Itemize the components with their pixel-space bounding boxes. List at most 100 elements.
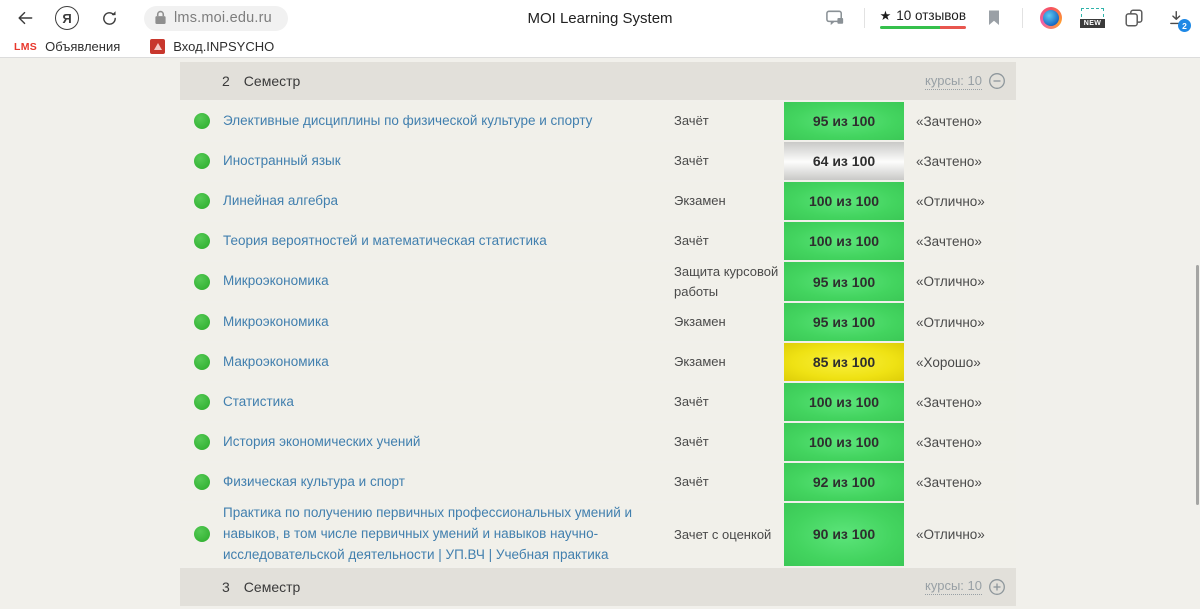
toolbar-separator	[864, 8, 865, 28]
course-name-cell: История экономических учений	[223, 423, 674, 461]
address-bar[interactable]: lms.moi.edu.ru	[144, 6, 288, 31]
browser-chrome: Я lms.moi.edu.ru MOI Learning System ★ 1…	[0, 0, 1200, 58]
status-cell	[180, 142, 223, 180]
bookmark-label: Объявления	[45, 39, 120, 54]
course-rows: Элективные дисциплины по физической куль…	[180, 102, 1016, 566]
course-row: Элективные дисциплины по физической куль…	[180, 102, 1016, 140]
grade-text: «Хорошо»	[904, 343, 1016, 381]
grade-text: «Зачтено»	[904, 102, 1016, 140]
screenshot-tool-button[interactable]: NEW	[1079, 8, 1106, 29]
course-link[interactable]: Макроэкономика	[223, 352, 329, 373]
course-link[interactable]: Микроэкономика	[223, 271, 329, 292]
course-row: Микроэкономика Экзамен 95 из 100 «Отличн…	[180, 303, 1016, 341]
course-link[interactable]: Теория вероятностей и математическая ста…	[223, 231, 547, 252]
score-badge: 100 из 100	[784, 423, 904, 461]
url-text: lms.moi.edu.ru	[174, 10, 272, 26]
yandex-logo-icon: Я	[55, 6, 79, 30]
semester-number: 2	[222, 73, 230, 89]
score-badge: 95 из 100	[784, 102, 904, 140]
score-badge: 100 из 100	[784, 222, 904, 260]
course-name-cell: Элективные дисциплины по физической куль…	[223, 102, 674, 140]
site-reviews-button[interactable]: ★ 10 отзывов	[880, 8, 966, 29]
exam-type-cell: Зачёт	[674, 142, 784, 180]
course-row: Практика по получению первичных професси…	[180, 503, 1016, 566]
grade-text: «Зачтено»	[904, 222, 1016, 260]
browser-circle-icon	[1040, 7, 1062, 29]
bookmark-button[interactable]	[981, 5, 1007, 31]
minus-circle-icon[interactable]	[988, 72, 1006, 90]
course-name-cell: Микроэкономика	[223, 303, 674, 341]
course-name-cell: Иностранный язык	[223, 142, 674, 180]
course-link[interactable]: Линейная алгебра	[223, 191, 338, 212]
score-badge: 85 из 100	[784, 343, 904, 381]
rating-bar-positive	[880, 26, 941, 29]
yandex-logo-button[interactable]: Я	[54, 5, 80, 31]
course-row: Линейная алгебра Экзамен 100 из 100 «Отл…	[180, 182, 1016, 220]
semester-number: 3	[222, 579, 230, 595]
grade-text: «Зачтено»	[904, 383, 1016, 421]
feedback-button[interactable]	[823, 5, 849, 31]
grade-text: «Отлично»	[904, 303, 1016, 341]
inpsycho-logo-icon	[150, 39, 165, 54]
course-name-cell: Теория вероятностей и математическая ста…	[223, 222, 674, 260]
status-cell	[180, 343, 223, 381]
plus-circle-icon[interactable]	[988, 578, 1006, 596]
status-cell	[180, 222, 223, 260]
course-link[interactable]: Статистика	[223, 392, 294, 413]
courses-count-link[interactable]: курсы: 10	[925, 578, 982, 595]
course-link[interactable]: Элективные дисциплины по физической куль…	[223, 111, 592, 132]
course-link[interactable]: Иностранный язык	[223, 151, 341, 172]
course-link[interactable]: Микроэкономика	[223, 312, 329, 333]
lock-icon	[154, 10, 167, 25]
course-link[interactable]: Практика по получению первичных професси…	[223, 503, 660, 566]
refresh-icon	[100, 9, 119, 28]
score-badge: 95 из 100	[784, 303, 904, 341]
collapse-semester-control[interactable]: курсы: 10	[925, 72, 1006, 90]
grade-text: «Отлично»	[904, 503, 1016, 566]
reviews-count-label: 10 отзывов	[896, 8, 966, 23]
downloads-button[interactable]: 2	[1162, 5, 1188, 31]
status-cell	[180, 463, 223, 501]
course-row: Статистика Зачёт 100 из 100 «Зачтено»	[180, 383, 1016, 421]
course-link[interactable]: Физическая культура и спорт	[223, 472, 405, 493]
course-name-cell: Линейная алгебра	[223, 182, 674, 220]
courses-count-link[interactable]: курсы: 10	[925, 73, 982, 90]
status-cell	[180, 503, 223, 566]
star-icon: ★	[880, 8, 892, 24]
rating-bar-negative	[940, 26, 966, 29]
exam-type-cell: Зачёт	[674, 423, 784, 461]
course-name-cell: Статистика	[223, 383, 674, 421]
scrollbar-thumb[interactable]	[1196, 265, 1199, 505]
back-button[interactable]	[12, 5, 38, 31]
course-name-cell: Практика по получению первичных професси…	[223, 503, 674, 566]
semester-title: Семестр	[244, 73, 301, 89]
status-dot-icon	[194, 153, 210, 169]
status-cell	[180, 102, 223, 140]
exam-type-cell: Экзамен	[674, 303, 784, 341]
downloads-count-badge: 2	[1178, 19, 1191, 32]
side-panel-button[interactable]	[1121, 5, 1147, 31]
browser-extension-button[interactable]	[1038, 5, 1064, 31]
bookmark-item-announcements[interactable]: LMS Объявления	[14, 39, 120, 54]
status-cell	[180, 262, 223, 301]
new-badge: NEW	[1079, 18, 1106, 29]
expand-semester-control[interactable]: курсы: 10	[925, 578, 1006, 596]
grade-text: «Отлично»	[904, 182, 1016, 220]
status-dot-icon	[194, 474, 210, 490]
semester-title: Семестр	[244, 579, 301, 595]
refresh-button[interactable]	[96, 5, 122, 31]
course-name-cell: Микроэкономика	[223, 262, 674, 301]
course-row: Микроэкономика Защита курсовой работы 95…	[180, 262, 1016, 301]
exam-type-cell: Зачёт	[674, 102, 784, 140]
exam-type-cell: Зачёт	[674, 383, 784, 421]
course-name-cell: Макроэкономика	[223, 343, 674, 381]
semester-2-header: 2 Семестр курсы: 10	[180, 62, 1016, 100]
grade-text: «Отлично»	[904, 262, 1016, 301]
bookmarks-bar: LMS Объявления Вход.INPSYCHO	[0, 36, 1200, 57]
status-dot-icon	[194, 526, 210, 542]
course-link[interactable]: История экономических учений	[223, 432, 420, 453]
status-dot-icon	[194, 314, 210, 330]
grade-text: «Зачтено»	[904, 463, 1016, 501]
exam-type-cell: Зачет с оценкой	[674, 503, 784, 566]
bookmark-item-inpsycho[interactable]: Вход.INPSYCHO	[150, 39, 274, 54]
